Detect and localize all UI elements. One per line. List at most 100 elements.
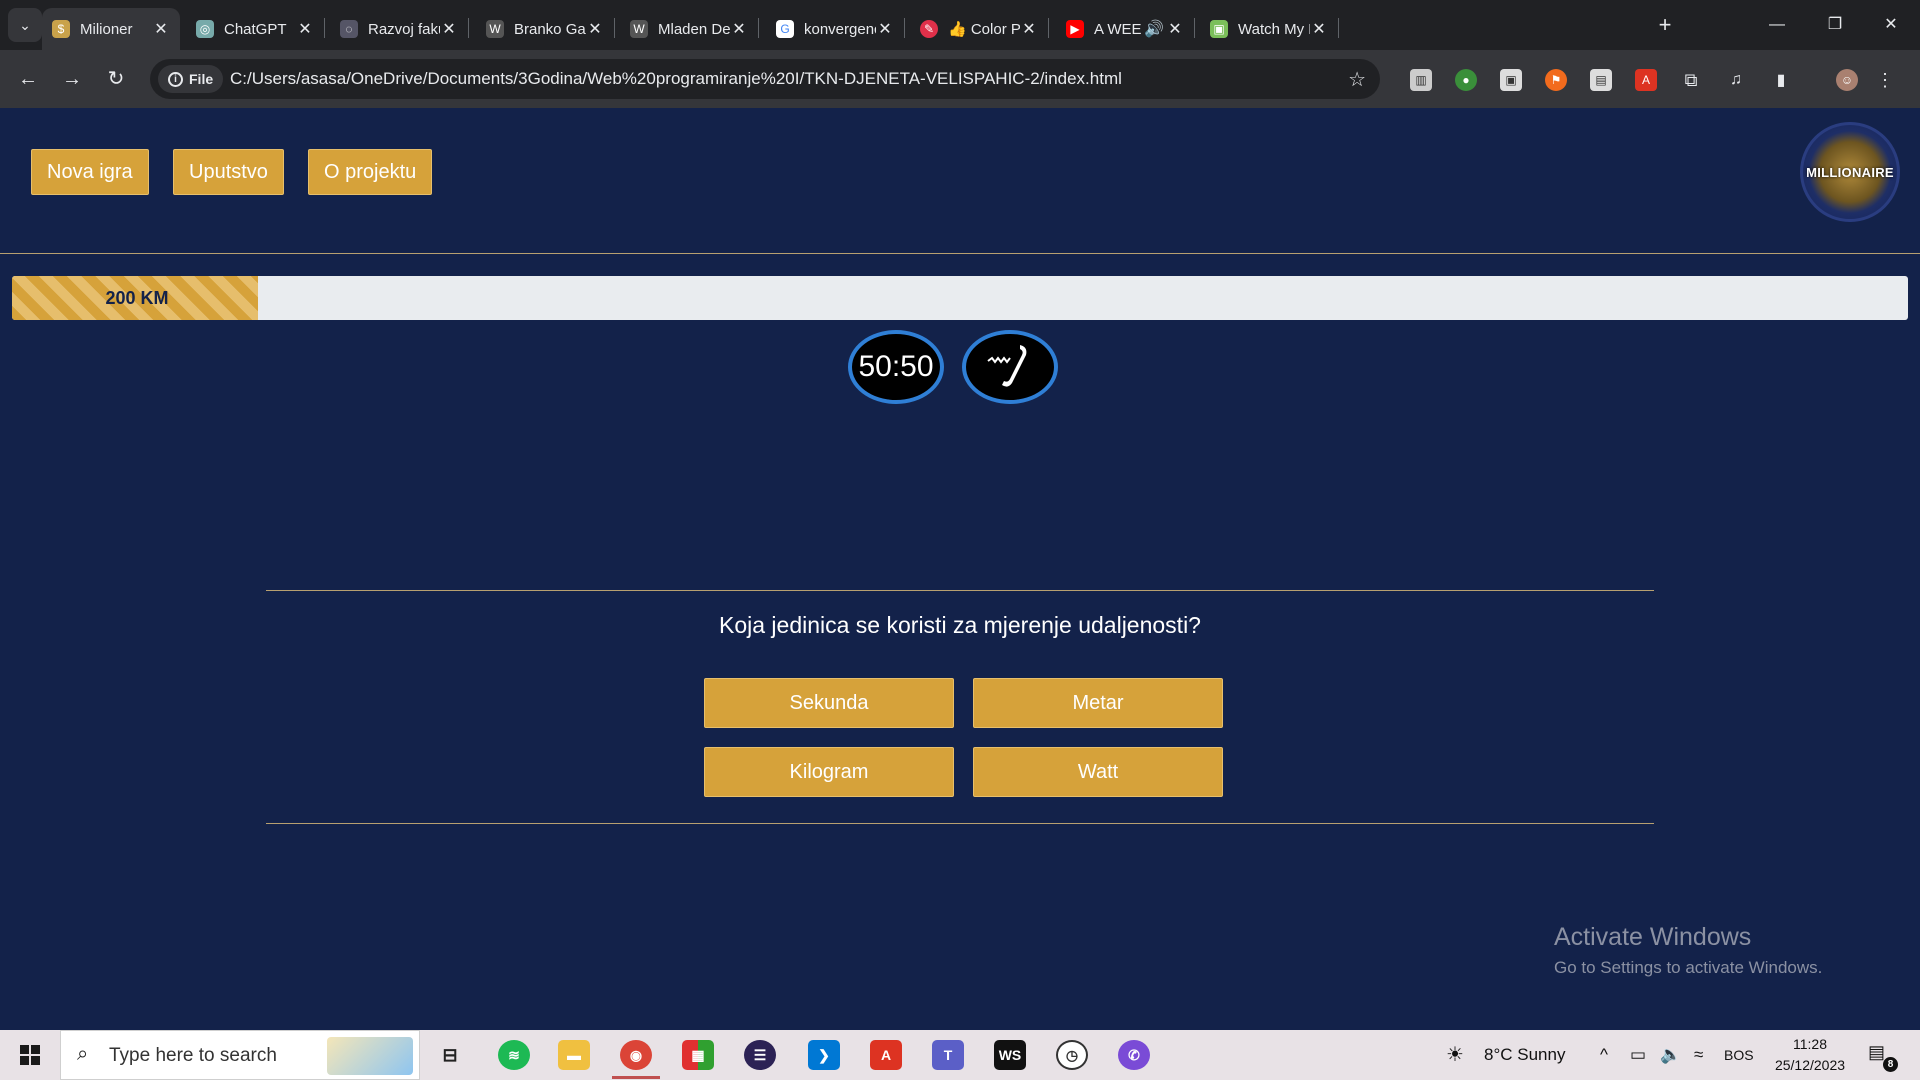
- address-bar[interactable]: i File C:/Users/asasa/OneDrive/Documents…: [150, 59, 1380, 99]
- tray-chevron-icon[interactable]: ^: [1600, 1030, 1608, 1080]
- close-icon[interactable]: ✕: [1310, 19, 1328, 39]
- info-icon: i: [168, 71, 183, 87]
- close-icon[interactable]: ✕: [586, 19, 604, 39]
- spotify-icon[interactable]: ≋: [498, 1040, 530, 1070]
- logo-text: MILLIONAIRE: [1806, 164, 1894, 180]
- wifi-icon[interactable]: ≈: [1694, 1030, 1703, 1080]
- about-project-button[interactable]: O projektu: [308, 149, 433, 195]
- millionaire-logo: MILLIONAIRE: [1800, 122, 1900, 222]
- speaker-icon[interactable]: 🔊: [1142, 19, 1166, 39]
- reading-list-icon[interactable]: ▥: [1410, 69, 1432, 91]
- extensions-area: ▥ ● ▣ ⚑ ▤ A ⧉ ♫ ▮ ☺ ⋮: [1400, 59, 1900, 99]
- notifications-icon[interactable]: ▤ 8: [1868, 1042, 1898, 1072]
- close-icon[interactable]: ✕: [730, 19, 748, 39]
- extension-orange-icon[interactable]: ⚑: [1545, 69, 1567, 91]
- new-tab-button[interactable]: +: [1650, 8, 1680, 42]
- viber-icon[interactable]: ✆: [1118, 1040, 1150, 1070]
- search-icon: ⌕: [77, 1043, 89, 1065]
- battery-icon[interactable]: ▭: [1630, 1030, 1646, 1080]
- answer-button-d[interactable]: Watt: [973, 747, 1223, 797]
- instructions-button[interactable]: Uputstvo: [173, 149, 284, 195]
- tab-milioner[interactable]: $ Milioner ✕: [42, 8, 180, 50]
- bookmark-star-icon[interactable]: ☆: [1348, 67, 1366, 92]
- chrome-icon[interactable]: ◉: [620, 1040, 652, 1070]
- volume-icon[interactable]: 🔈: [1660, 1030, 1681, 1080]
- game-page: Nova igra Uputstvo O projektu MILLIONAIR…: [0, 108, 1920, 1030]
- windows-logo-icon: [20, 1045, 40, 1065]
- extension-clip-icon[interactable]: ▤: [1590, 69, 1612, 91]
- system-clock[interactable]: 11:28 25/12/2023: [1758, 1034, 1862, 1076]
- tab-color-pick[interactable]: ✎ 👍 Color Pick ✕: [910, 8, 1049, 50]
- file-explorer-icon[interactable]: ▬: [558, 1040, 590, 1070]
- close-icon[interactable]: ✕: [1166, 19, 1184, 39]
- tab-youtube[interactable]: ▶ A WEEKEN 🔊 ✕: [1056, 8, 1195, 50]
- eclipse-icon[interactable]: ☰: [744, 1040, 776, 1070]
- tab-title: A WEEKEN: [1094, 20, 1142, 38]
- search-highlight-image: [327, 1037, 413, 1075]
- tab-razvoj[interactable]: ◌ Razvoj fakulte ✕: [330, 8, 469, 50]
- tab-branko[interactable]: W Branko Galeb ✕: [476, 8, 615, 50]
- fifty-fifty-lifeline-button[interactable]: 50:50: [848, 330, 944, 404]
- profile-avatar[interactable]: ☺: [1836, 69, 1858, 91]
- answer-button-c[interactable]: Kilogram: [704, 747, 954, 797]
- reload-icon[interactable]: ↻: [100, 63, 132, 95]
- browser-toolbar: ← → ↻ i File C:/Users/asasa/OneDrive/Doc…: [0, 50, 1920, 108]
- tab-title: ChatGPT: [224, 20, 287, 38]
- tab-search-button[interactable]: ⌄: [8, 8, 42, 42]
- tab-chatgpt[interactable]: ◎ ChatGPT ✕: [186, 8, 325, 50]
- close-window-button[interactable]: ✕: [1862, 0, 1920, 50]
- minimize-button[interactable]: —: [1748, 0, 1806, 50]
- close-icon[interactable]: ✕: [440, 19, 458, 39]
- start-button[interactable]: [0, 1030, 60, 1080]
- question-divider-top: [266, 590, 1654, 591]
- answer-button-a[interactable]: Sekunda: [704, 678, 954, 728]
- forward-icon[interactable]: →: [56, 63, 88, 95]
- weather-icon[interactable]: ☀: [1446, 1030, 1464, 1080]
- tab-konvergencija[interactable]: G konvergencija ✕: [766, 8, 905, 50]
- close-icon[interactable]: ✕: [152, 19, 170, 39]
- phone-a-friend-lifeline-button[interactable]: [962, 330, 1058, 404]
- webstorm-icon[interactable]: WS: [994, 1040, 1026, 1070]
- url-text[interactable]: C:/Users/asasa/OneDrive/Documents/3Godin…: [230, 69, 1122, 89]
- tab-title: Mladen Deže: [658, 20, 730, 38]
- back-icon[interactable]: ←: [12, 63, 44, 95]
- clock-app-icon[interactable]: ◷: [1056, 1040, 1088, 1070]
- tab-title: 👍 Color Pick: [948, 21, 1020, 38]
- close-icon[interactable]: ✕: [876, 19, 894, 39]
- taskbar-search-box[interactable]: ⌕ Type here to search: [60, 1030, 420, 1080]
- tab-watch[interactable]: ▣ Watch My Mo ✕: [1200, 8, 1339, 50]
- notification-count: 8: [1883, 1057, 1898, 1072]
- site-info-chip[interactable]: i File: [158, 65, 224, 93]
- vscode-icon[interactable]: ❯: [808, 1040, 840, 1070]
- site-info-label: File: [189, 71, 214, 87]
- color-picker-icon: ✎: [920, 20, 938, 38]
- close-icon[interactable]: ✕: [296, 19, 314, 39]
- question-divider-bottom: [266, 823, 1654, 824]
- new-game-button[interactable]: Nova igra: [31, 149, 149, 195]
- money-bag-icon: $: [52, 20, 70, 38]
- acrobat-icon[interactable]: A: [870, 1040, 902, 1070]
- pdf-extension-icon[interactable]: A: [1635, 69, 1657, 91]
- prize-label: 200 KM: [105, 288, 169, 308]
- clock-date: 25/12/2023: [1774, 1057, 1846, 1073]
- tab-title: Milioner: [80, 20, 133, 38]
- tab-mladen[interactable]: W Mladen Deže ✕: [620, 8, 759, 50]
- weather-text[interactable]: 8°C Sunny: [1484, 1030, 1565, 1080]
- extension-green-icon[interactable]: ●: [1455, 69, 1477, 91]
- restore-button[interactable]: ❐: [1806, 0, 1864, 50]
- close-icon[interactable]: ✕: [1020, 19, 1038, 39]
- puzzle-extensions-icon[interactable]: ⧉: [1680, 69, 1702, 91]
- teams-icon[interactable]: T: [932, 1040, 964, 1070]
- site-icon: ▣: [1210, 20, 1228, 38]
- winrar-icon[interactable]: ▦: [682, 1040, 714, 1070]
- tab-title: Watch My Mo: [1238, 20, 1310, 38]
- side-panel-icon[interactable]: ▮: [1770, 69, 1792, 91]
- media-control-icon[interactable]: ♫: [1725, 69, 1747, 91]
- phone-icon: [987, 345, 1027, 387]
- language-indicator[interactable]: BOS: [1724, 1030, 1754, 1080]
- menu-kebab-icon[interactable]: ⋮: [1874, 69, 1896, 91]
- extension-window-icon[interactable]: ▣: [1500, 69, 1522, 91]
- site-icon: ◌: [340, 20, 358, 38]
- answer-button-b[interactable]: Metar: [973, 678, 1223, 728]
- task-view-icon[interactable]: ⊟: [434, 1040, 466, 1070]
